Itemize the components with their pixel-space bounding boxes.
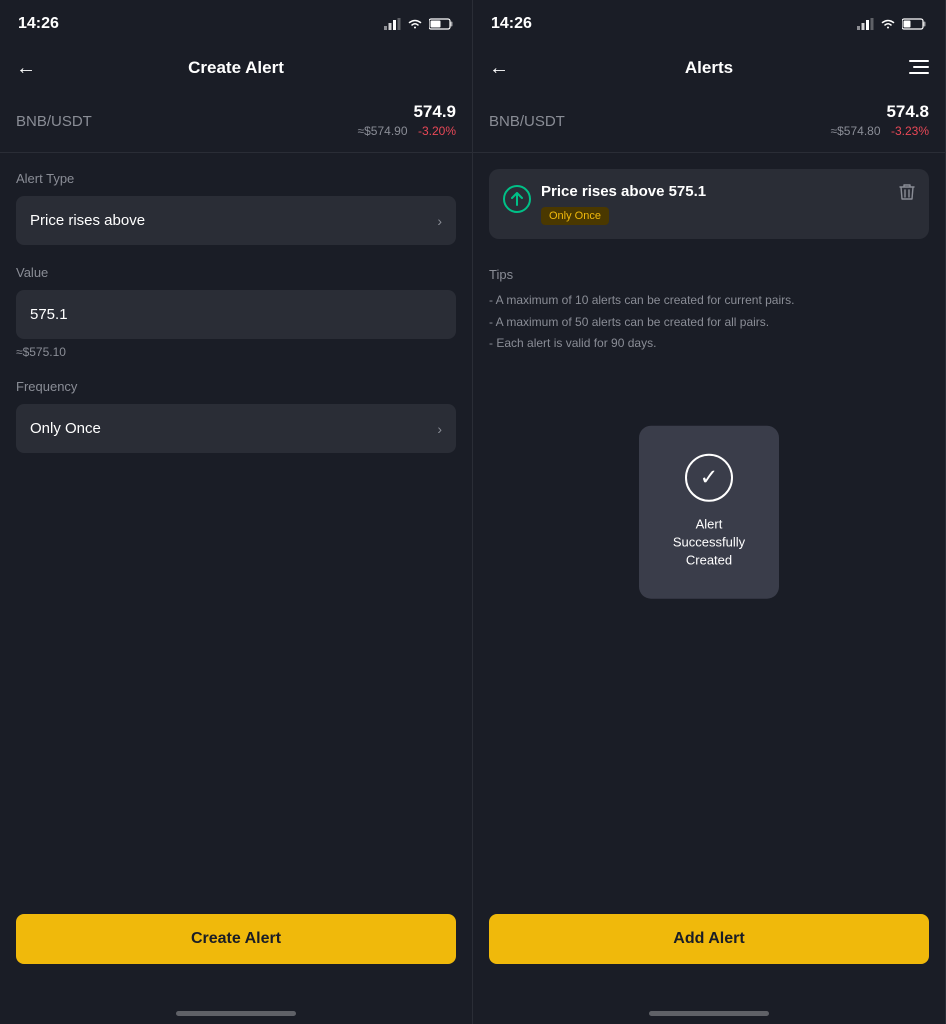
alert-list-item: Price rises above 575.1 Only Once [489, 169, 929, 239]
right-status-icons [857, 18, 927, 30]
create-alert-form: Alert Type Price rises above › Value ≈$5… [0, 153, 472, 1024]
signal-icon [384, 18, 401, 30]
left-pair-row: BNB/USDT 574.9 ≈$574.90 -3.20% [0, 92, 472, 153]
create-alert-button[interactable]: Create Alert [16, 914, 456, 964]
frequency-select[interactable]: Only Once › [16, 404, 456, 453]
right-pair-price: 574.8 [831, 102, 929, 122]
right-battery-icon [902, 18, 927, 30]
value-input[interactable] [16, 290, 456, 339]
tips-section: Tips - A maximum of 10 alerts can be cre… [473, 255, 945, 367]
alert-item-left: Price rises above 575.1 Only Once [503, 183, 706, 225]
tips-line1: - A maximum of 10 alerts can be created … [489, 290, 929, 312]
alerts-header: ← Alerts [473, 44, 945, 92]
alert-type-chevron: › [437, 213, 442, 229]
left-header-title: Create Alert [188, 58, 284, 78]
left-back-button[interactable]: ← [16, 57, 36, 80]
tips-line3: - Each alert is valid for 90 days. [489, 333, 929, 355]
alert-type-value: Price rises above [30, 212, 145, 229]
right-pair-sub: ≈$574.80 -3.23% [831, 122, 929, 140]
left-pair-sub: ≈$574.90 -3.20% [358, 122, 456, 140]
left-pair-price: 574.9 [358, 102, 456, 122]
value-label: Value [16, 265, 456, 280]
right-wifi-icon [880, 18, 896, 30]
right-pair-row: BNB/USDT 574.8 ≈$574.80 -3.23% [473, 92, 945, 153]
right-time: 14:26 [491, 15, 532, 33]
frequency-chevron: › [437, 421, 442, 437]
alert-type-label: Alert Type [16, 171, 456, 186]
create-alert-header: ← Create Alert [0, 44, 472, 92]
right-header-title: Alerts [685, 58, 733, 78]
alert-type-select[interactable]: Price rises above › [16, 196, 456, 245]
add-alert-button[interactable]: Add Alert [489, 914, 929, 964]
wifi-icon [407, 18, 423, 30]
alert-details: Price rises above 575.1 Only Once [541, 183, 706, 225]
alert-delete-button[interactable] [899, 183, 915, 206]
frequency-value: Only Once [30, 420, 101, 437]
success-toast: ✓ Alert Successfully Created [639, 426, 779, 599]
tips-line2: - A maximum of 50 alerts can be created … [489, 312, 929, 334]
frequency-label: Frequency [16, 379, 456, 394]
left-pair-price-block: 574.9 ≈$574.90 -3.20% [358, 102, 456, 140]
delete-icon [899, 183, 915, 201]
alert-up-icon [503, 185, 531, 213]
up-arrow-icon [511, 192, 523, 206]
right-menu-button[interactable] [909, 58, 929, 79]
left-pair-name: BNB/USDT [16, 113, 92, 130]
alert-frequency-badge: Only Once [541, 207, 609, 225]
right-status-bar: 14:26 [473, 0, 945, 44]
right-signal-icon [857, 18, 874, 30]
alerts-panel: 14:26 ← Alerts [473, 0, 946, 1024]
create-alert-panel: 14:26 ← Create Alert BNB/ [0, 0, 473, 1024]
value-input-wrapper [16, 290, 456, 339]
right-home-indicator [649, 1011, 769, 1016]
right-pair-name: BNB/USDT [489, 113, 565, 130]
tips-content: - A maximum of 10 alerts can be created … [489, 290, 929, 355]
left-home-indicator [176, 1011, 296, 1016]
success-check-icon: ✓ [685, 454, 733, 502]
tips-title: Tips [489, 267, 929, 282]
right-back-button[interactable]: ← [489, 57, 509, 80]
battery-icon [429, 18, 454, 30]
value-hint: ≈$575.10 [16, 345, 456, 359]
left-status-bar: 14:26 [0, 0, 472, 44]
menu-icon [909, 60, 929, 74]
right-pair-price-block: 574.8 ≈$574.80 -3.23% [831, 102, 929, 140]
alert-item-title: Price rises above 575.1 [541, 183, 706, 200]
success-toast-text: Alert Successfully Created [671, 516, 747, 571]
left-status-icons [384, 18, 454, 30]
left-time: 14:26 [18, 15, 59, 33]
